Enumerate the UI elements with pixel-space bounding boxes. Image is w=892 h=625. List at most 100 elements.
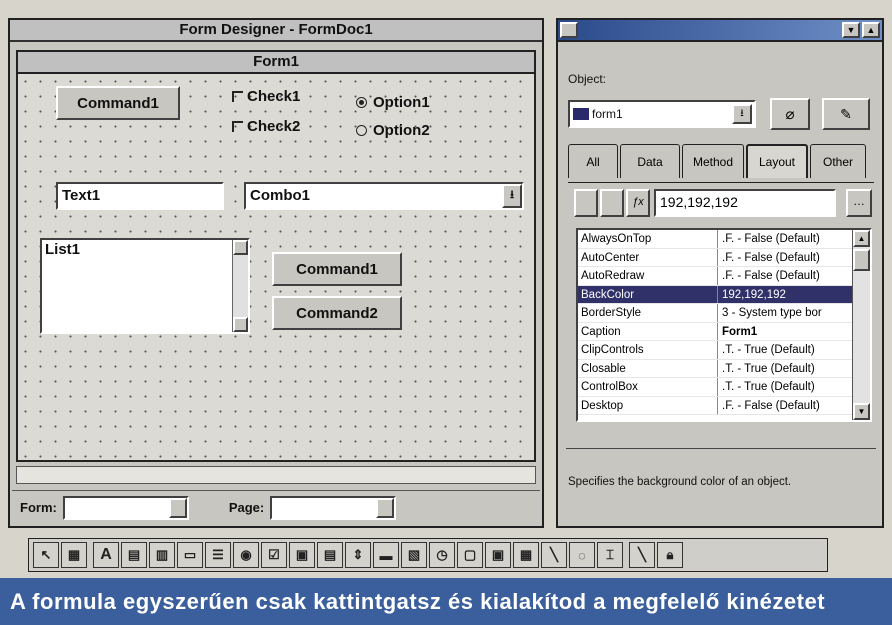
form1-window[interactable]: Form1 Command1 Check1 Check2 Option1 Opt… xyxy=(16,50,536,462)
grid-scroll-thumb[interactable] xyxy=(853,249,870,271)
option1-radio-circle[interactable] xyxy=(356,97,367,108)
accept-edit-button[interactable] xyxy=(600,189,624,217)
property-value-input[interactable]: 192,192,192 xyxy=(654,189,836,217)
tab-layout[interactable]: Layout xyxy=(746,144,808,178)
form-designer-titlebar[interactable]: Form Designer - FormDoc1 xyxy=(10,20,542,42)
editbox-tool-icon[interactable]: ▥ xyxy=(149,542,175,568)
builder-button[interactable]: ✎ xyxy=(822,98,870,130)
minimize-icon[interactable]: ▼ xyxy=(842,22,860,38)
maximize-icon[interactable]: ▲ xyxy=(862,22,880,38)
list1-scrollbar[interactable] xyxy=(232,240,248,332)
combo1-dropdown-arrow-icon[interactable]: ⭳ xyxy=(502,184,522,208)
property-row[interactable]: BackColor 192,192,192 xyxy=(578,285,852,304)
property-value[interactable]: .F. - False (Default) xyxy=(718,230,852,248)
tab-other[interactable]: Other xyxy=(810,144,866,178)
property-row[interactable]: AlwaysOnTop .F. - False (Default) xyxy=(578,230,852,249)
property-row[interactable]: ControlBox .T. - True (Default) xyxy=(578,378,852,397)
form-canvas[interactable]: Command1 Check1 Check2 Option1 Option2 T… xyxy=(18,74,534,460)
grid-tool-icon[interactable]: ▬ xyxy=(373,542,399,568)
container-tool-icon[interactable]: ⌶ xyxy=(597,542,623,568)
check2-box[interactable] xyxy=(232,121,243,132)
list1-listbox[interactable]: List1 xyxy=(40,238,250,334)
designer-horizontal-scrollbar[interactable] xyxy=(16,466,536,484)
property-value[interactable]: .T. - True (Default) xyxy=(718,360,852,378)
list1-scroll-down-icon[interactable] xyxy=(233,317,248,332)
pageframe-tool-icon[interactable]: ▢ xyxy=(457,542,483,568)
commandbutton-tool-icon[interactable]: ▭ xyxy=(177,542,203,568)
property-value[interactable]: 3 - System type bor xyxy=(718,304,852,322)
tab-method[interactable]: Method xyxy=(682,144,744,178)
object-dropdown-icon[interactable]: ⭳ xyxy=(732,104,752,124)
property-value[interactable]: 192,192,192 xyxy=(718,286,852,304)
builder-lock-icon[interactable]: ▦ xyxy=(61,542,87,568)
status-form-combo[interactable] xyxy=(62,495,189,520)
text1-value: Text1 xyxy=(62,187,101,204)
function-icon: ƒx xyxy=(632,196,644,208)
property-row[interactable]: BorderStyle 3 - System type bor xyxy=(578,304,852,323)
oleobject-tool-icon[interactable]: ▣ xyxy=(485,542,511,568)
combo1-value: Combo1 xyxy=(250,187,310,204)
spinner-tool-icon[interactable]: ⇕ xyxy=(345,542,371,568)
property-row[interactable]: Desktop .F. - False (Default) xyxy=(578,396,852,415)
separator-tool-icon[interactable]: ╲ xyxy=(629,542,655,568)
option1-radio[interactable]: Option1 xyxy=(356,94,430,111)
textbox-tool-icon[interactable]: ▤ xyxy=(121,542,147,568)
grid-scroll-up-icon[interactable]: ▲ xyxy=(853,230,870,247)
timer-tool-icon[interactable]: ◷ xyxy=(429,542,455,568)
option2-radio-circle[interactable] xyxy=(356,125,367,136)
status-page-combo[interactable] xyxy=(270,495,397,520)
property-grid[interactable]: AlwaysOnTop .F. - False (Default) AutoCent… xyxy=(576,228,872,422)
property-value[interactable]: .T. - True (Default) xyxy=(718,341,852,359)
pointer-tool-icon[interactable]: ↖ xyxy=(33,542,59,568)
function-button[interactable]: ƒx xyxy=(626,189,650,217)
zoom-object-button[interactable]: ⌀ xyxy=(770,98,810,130)
check2-checkbox[interactable]: Check2 xyxy=(232,118,300,135)
checkbox-tool-icon[interactable]: ☑ xyxy=(261,542,287,568)
check2-label: Check2 xyxy=(247,118,301,135)
form1-titlebar[interactable]: Form1 xyxy=(18,52,534,74)
designer-statusbar: Form: Page: xyxy=(12,490,540,524)
status-form-dropdown-icon[interactable] xyxy=(168,497,187,518)
optiongroup-tool-icon[interactable]: ◉ xyxy=(233,542,259,568)
system-menu-icon[interactable] xyxy=(560,22,578,38)
cancel-edit-button[interactable] xyxy=(574,189,598,217)
lock-tool-icon[interactable]: 🔒︎ xyxy=(657,542,683,568)
command1-second-button[interactable]: Command1 xyxy=(272,252,402,286)
text1-textbox[interactable]: Text1 xyxy=(56,182,224,210)
check1-box[interactable] xyxy=(232,91,243,102)
command2-button[interactable]: Command2 xyxy=(272,296,402,330)
commandgroup-tool-icon[interactable]: ☰ xyxy=(205,542,231,568)
tab-all[interactable]: All xyxy=(568,144,618,178)
property-row[interactable]: AutoCenter .F. - False (Default) xyxy=(578,248,852,267)
property-row[interactable]: AutoRedraw .F. - False (Default) xyxy=(578,267,852,286)
property-name: Desktop xyxy=(578,396,718,414)
combobox-tool-icon[interactable]: ▣ xyxy=(289,542,315,568)
properties-titlebar[interactable]: ▼ ▲ xyxy=(558,20,882,42)
label-tool-icon[interactable]: A xyxy=(93,542,119,568)
grid-scroll-down-icon[interactable]: ▼ xyxy=(853,403,870,420)
object-label: Object: xyxy=(568,72,607,86)
listbox-tool-icon[interactable]: ▤ xyxy=(317,542,343,568)
list1-scroll-up-icon[interactable] xyxy=(233,240,248,255)
image-tool-icon[interactable]: ▧ xyxy=(401,542,427,568)
property-row[interactable]: ClipControls .T. - True (Default) xyxy=(578,341,852,360)
property-grid-scrollbar[interactable]: ▲ ▼ xyxy=(852,230,870,420)
property-value[interactable]: .T. - True (Default) xyxy=(718,378,852,396)
property-row[interactable]: Closable .T. - True (Default) xyxy=(578,359,852,378)
line-tool-icon[interactable]: ╲ xyxy=(541,542,567,568)
ellipsis-button[interactable]: … xyxy=(846,189,872,217)
option2-radio[interactable]: Option2 xyxy=(356,122,430,139)
property-row[interactable]: Caption Form1 xyxy=(578,322,852,341)
property-value[interactable]: .F. - False (Default) xyxy=(718,397,852,415)
shape-tool-icon[interactable]: ◌ xyxy=(569,542,595,568)
command1-button[interactable]: Command1 xyxy=(56,86,180,120)
property-value[interactable]: .F. - False (Default) xyxy=(718,267,852,285)
combo1-combobox[interactable]: Combo1 ⭳ xyxy=(244,182,524,210)
property-value[interactable]: Form1 xyxy=(718,323,852,341)
status-page-dropdown-icon[interactable] xyxy=(376,497,395,518)
object-combo[interactable]: form1 ⭳ xyxy=(568,100,756,128)
check1-checkbox[interactable]: Check1 xyxy=(232,88,300,105)
property-value[interactable]: .F. - False (Default) xyxy=(718,249,852,267)
olebound-tool-icon[interactable]: ▦ xyxy=(513,542,539,568)
tab-data[interactable]: Data xyxy=(620,144,680,178)
